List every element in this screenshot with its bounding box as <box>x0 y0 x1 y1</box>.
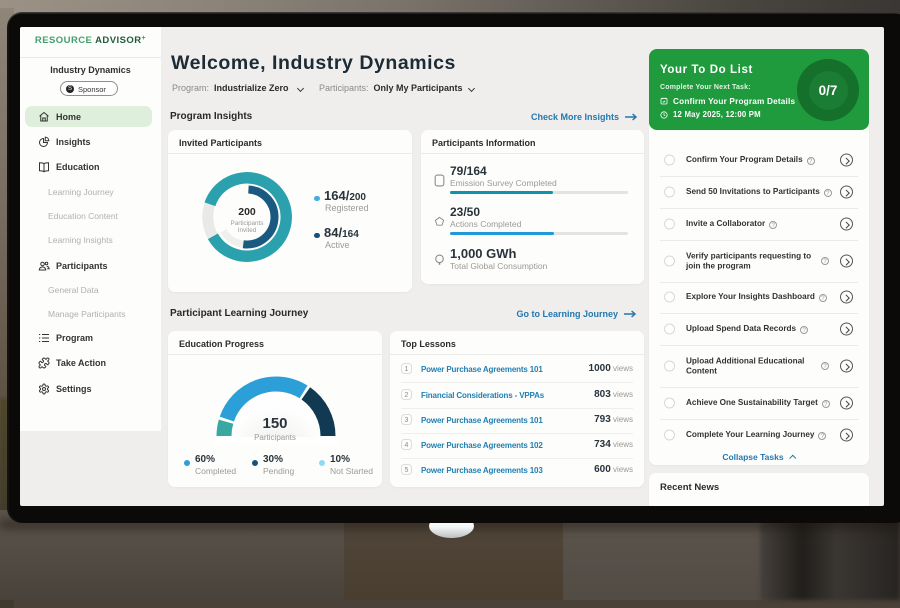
svg-text:200: 200 <box>238 206 256 218</box>
svg-text:0/7: 0/7 <box>819 83 838 98</box>
svg-text:Invited: Invited <box>238 227 257 234</box>
svg-text:Participants: Participants <box>231 220 264 227</box>
